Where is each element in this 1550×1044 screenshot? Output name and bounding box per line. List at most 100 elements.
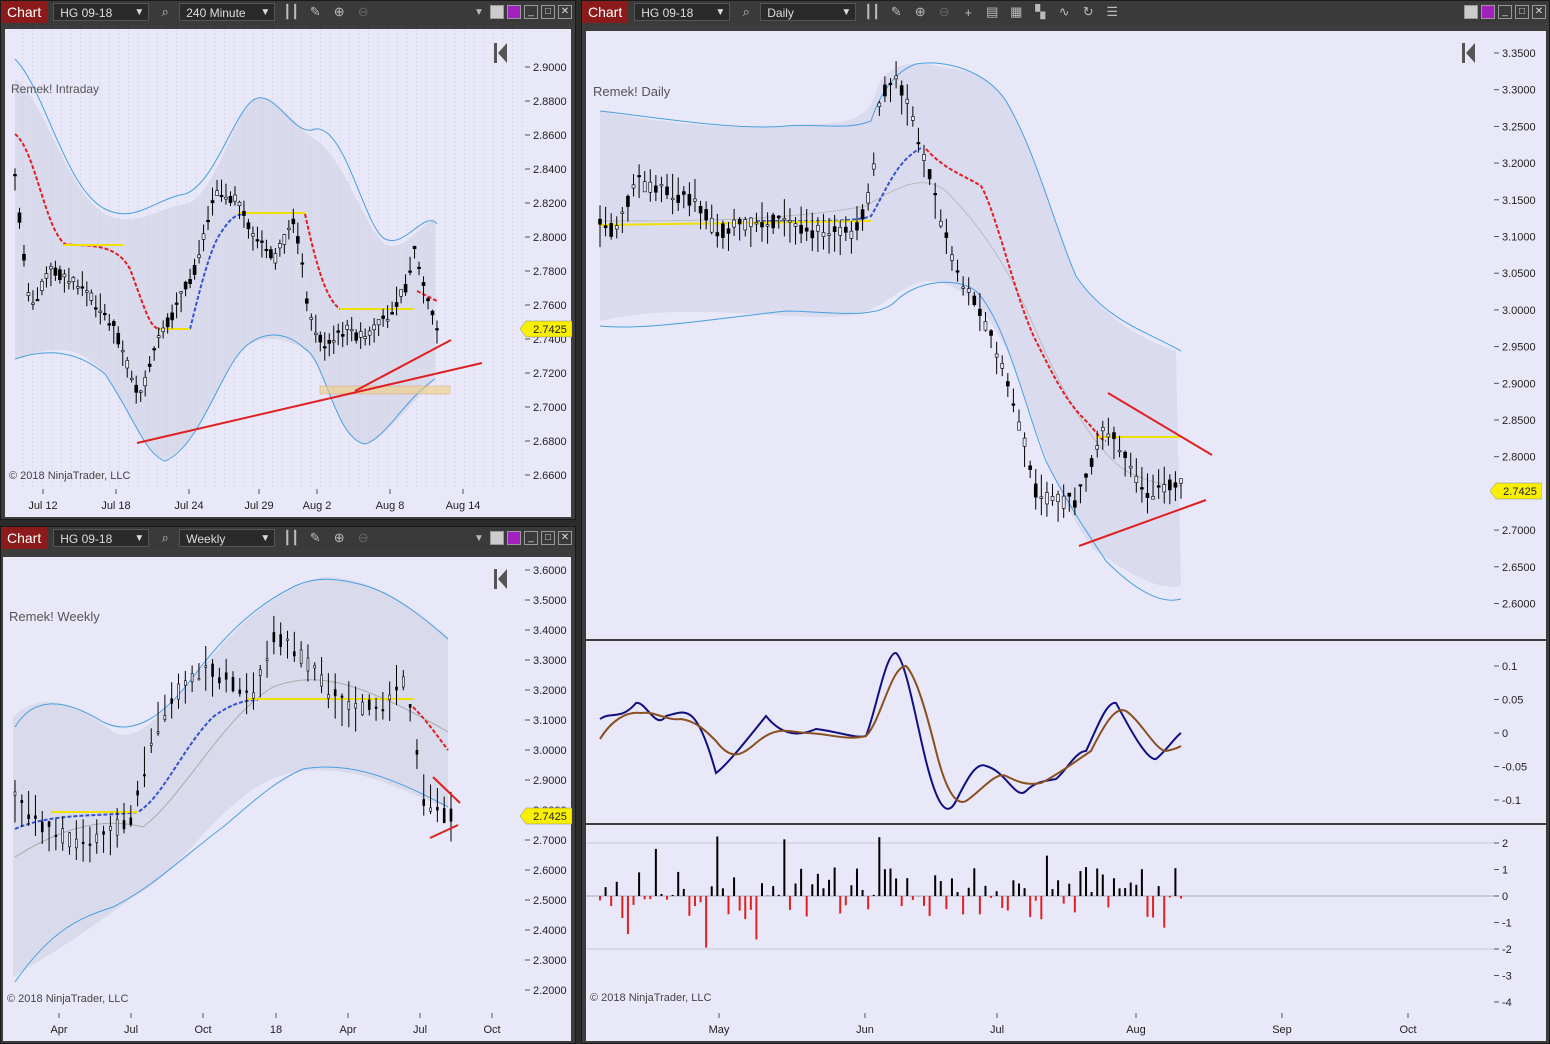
color-swatch-icon[interactable] xyxy=(507,5,521,19)
candle-body xyxy=(883,84,887,97)
candle-body xyxy=(293,651,296,657)
crosshair-icon[interactable]: + xyxy=(960,5,976,20)
zoom-in-icon[interactable]: ⊕ xyxy=(331,530,347,546)
chevron-down-icon[interactable]: ▼ xyxy=(471,533,487,544)
properties-icon[interactable]: ▤ xyxy=(984,4,1000,20)
reload-icon[interactable]: ↻ xyxy=(1080,4,1096,20)
pencil-icon[interactable]: ✎ xyxy=(307,530,323,546)
support-zone[interactable] xyxy=(319,385,451,395)
strategies-icon[interactable]: ▚ xyxy=(1032,4,1048,20)
x-tick-label: Aug 8 xyxy=(376,500,405,512)
color-swatch-icon[interactable] xyxy=(1481,5,1495,19)
color-swatch-icon[interactable] xyxy=(490,5,504,19)
pencil-icon[interactable]: ✎ xyxy=(888,4,904,20)
chevron-down-icon[interactable]: ▼ xyxy=(471,7,487,18)
bar-type-icon[interactable]: ┃┃ xyxy=(864,4,880,20)
bar-type-icon[interactable]: ┃┃ xyxy=(283,530,299,546)
candle-body xyxy=(715,232,720,237)
candle-body xyxy=(13,791,17,796)
pencil-icon[interactable]: ✎ xyxy=(307,4,323,20)
indicators-icon[interactable]: ∿ xyxy=(1056,4,1072,20)
scroll-to-end-icon[interactable] xyxy=(1462,43,1475,63)
color-swatch-icon[interactable] xyxy=(1464,5,1478,19)
scroll-to-end-icon[interactable] xyxy=(494,43,507,63)
instrument-selector[interactable]: HG 09-18 ▼ xyxy=(53,529,150,547)
intraday-price-pane[interactable]: Remek! Intraday © 2018 NinjaTrader, LLC xyxy=(5,29,525,489)
candle-body xyxy=(1067,492,1072,497)
weekly-y-axis[interactable]: 3.6000 3.5000 3.4000 3.3000 3.2000 3.1000 3.00… xyxy=(525,557,571,1013)
candle-body xyxy=(435,328,439,331)
candle-body xyxy=(242,211,246,216)
candle-body xyxy=(961,286,965,289)
weekly-price-pane[interactable]: Remek! Weekly © 2018 NinjaTrader, LLC xyxy=(3,557,525,1013)
y-tick-label: 2.2000 xyxy=(533,985,567,997)
restore-icon[interactable]: □ xyxy=(541,531,555,545)
candle-body xyxy=(109,825,112,831)
daily-y-axis[interactable]: 3.3500 3.3000 3.2500 3.2000 3.1500 3.1000 3.05… xyxy=(1494,31,1546,639)
zoom-out-icon[interactable]: ⊖ xyxy=(355,530,371,546)
candle-body xyxy=(415,750,419,755)
close-icon[interactable]: ✕ xyxy=(558,5,572,19)
copyright: © 2018 NinjaTrader, LLC xyxy=(7,993,128,1005)
candle-body xyxy=(938,220,943,227)
minimize-icon[interactable]: _ xyxy=(1498,5,1512,19)
daily-histogram-pane[interactable]: © 2018 NinjaTrader, LLC xyxy=(586,825,1494,1013)
x-tick-label: Jul 18 xyxy=(101,500,130,512)
candle-body xyxy=(367,699,371,710)
interval-selector[interactable]: 240 Minute ▼ xyxy=(179,3,276,21)
interval-selector[interactable]: Weekly ▼ xyxy=(179,529,276,547)
zoom-out-icon[interactable]: ⊖ xyxy=(936,4,952,20)
candle-body xyxy=(80,286,85,289)
interval-selector[interactable]: Daily ▼ xyxy=(760,3,857,21)
search-icon[interactable]: ⌕ xyxy=(738,4,754,20)
instrument-selector[interactable]: HG 09-18 ▼ xyxy=(53,3,150,21)
candle-body xyxy=(816,225,820,232)
close-icon[interactable]: ✕ xyxy=(558,531,572,545)
oscillator-y-axis[interactable]: 0.1 0.05 0 -0.05 -0.1 xyxy=(1494,641,1546,823)
daily-oscillator-pane[interactable] xyxy=(586,641,1494,823)
close-icon[interactable]: ✕ xyxy=(1532,5,1546,19)
trend-line-lower[interactable] xyxy=(429,824,459,839)
restore-icon[interactable]: □ xyxy=(1515,5,1529,19)
candle-body xyxy=(354,702,357,709)
candle-body xyxy=(345,324,350,330)
candle-body xyxy=(20,800,24,804)
zoom-in-icon[interactable]: ⊕ xyxy=(912,4,928,20)
candle-body xyxy=(228,196,233,203)
weekly-x-axis[interactable]: Apr Jul Oct 18 Apr Jul Oct xyxy=(3,1013,571,1041)
candle-body xyxy=(152,348,156,351)
zoom-in-icon[interactable]: ⊕ xyxy=(331,4,347,20)
y-tick-label: 3.2500 xyxy=(1502,121,1536,133)
y-tick-label: 0 xyxy=(1502,891,1508,903)
data-box-icon[interactable]: ▦ xyxy=(1008,4,1024,20)
candle-body xyxy=(899,85,904,96)
daily-x-axis[interactable]: May Jun Jul Aug Sep Oct xyxy=(586,1013,1546,1041)
list-icon[interactable]: ☰ xyxy=(1104,4,1120,20)
daily-price-pane[interactable]: Remek! Daily xyxy=(586,31,1494,639)
window-title: Chart xyxy=(1,527,48,549)
candle-body xyxy=(1145,493,1150,498)
candle-body xyxy=(35,299,40,302)
intraday-y-axis[interactable]: 2.9000 2.8800 2.8600 2.8400 2.8200 2.8000 2.78… xyxy=(525,29,571,489)
y-tick-label: 2.6800 xyxy=(533,436,567,448)
candle-body xyxy=(231,677,235,692)
color-swatch-icon[interactable] xyxy=(507,531,521,545)
minimize-icon[interactable]: _ xyxy=(524,531,538,545)
candle-body xyxy=(177,683,180,700)
search-icon[interactable]: ⌕ xyxy=(157,4,173,20)
search-icon[interactable]: ⌕ xyxy=(157,530,173,546)
instrument-selector[interactable]: HG 09-18 ▼ xyxy=(634,3,731,21)
candle-body xyxy=(436,806,439,811)
intraday-x-axis[interactable]: Jul 12 Jul 18 Jul 24 Jul 29 Aug 2 Aug 8 Aug 14 xyxy=(5,489,571,517)
zoom-out-icon[interactable]: ⊖ xyxy=(355,4,371,20)
minimize-icon[interactable]: _ xyxy=(524,5,538,19)
restore-icon[interactable]: □ xyxy=(541,5,555,19)
bar-type-icon[interactable]: ┃┃ xyxy=(283,4,299,20)
daily-price-marker: 2.7425 xyxy=(1490,482,1542,500)
color-swatch-icon[interactable] xyxy=(490,531,504,545)
histogram-y-axis[interactable]: 2 1 0 -1 -2 -3 -4 xyxy=(1494,825,1546,1013)
y-tick-label: -3 xyxy=(1502,971,1512,983)
candle-body xyxy=(138,390,143,393)
scroll-to-end-icon[interactable] xyxy=(494,569,507,589)
candle-body xyxy=(149,742,153,746)
